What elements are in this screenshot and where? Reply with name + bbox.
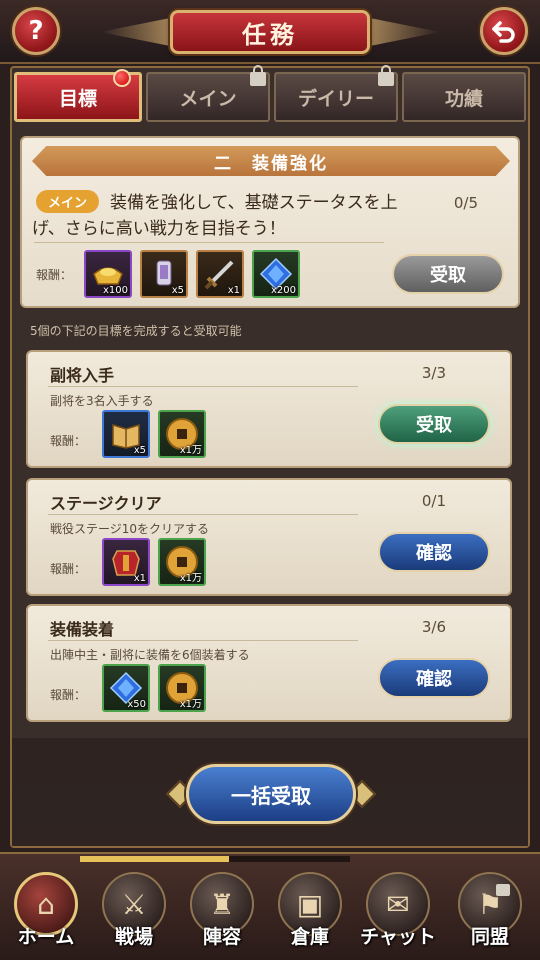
help-button[interactable]: ? [12, 7, 60, 55]
nav-label: 同盟 [470, 926, 509, 948]
reward-item[interactable]: x5 [140, 250, 188, 298]
item-quantity: x5 [133, 445, 146, 456]
nav-label: ホーム [17, 926, 75, 948]
nav-progress-bar [80, 856, 350, 862]
nav-home[interactable]: ⌂ ホーム [4, 872, 88, 956]
item-quantity: x1万 [179, 445, 202, 456]
reward-label: 報酬： [50, 434, 87, 448]
reward-item[interactable]: x1 [196, 250, 244, 298]
check-button[interactable]: 確認 [378, 658, 490, 698]
mission-title: 副将入手 [50, 366, 115, 385]
mission-title: 装備装着 [50, 620, 115, 639]
back-arrow-icon [492, 21, 515, 43]
notification-dot [113, 69, 131, 87]
item-quantity: x50 [127, 699, 146, 710]
reward-item[interactable]: x1万 [158, 538, 206, 586]
tab-label: デイリー [297, 87, 374, 110]
nav-warehouse[interactable]: ▣ 倉庫 [268, 872, 352, 956]
tab-label: 目標 [58, 87, 97, 110]
lock-icon [378, 65, 394, 86]
mission-card: ステージクリア 0/1 戦役ステージ10をクリアする 報酬： x1 x1万 確認 [26, 478, 512, 596]
mission-description: 出陣中主・副将に装備を6個装着する [50, 648, 250, 662]
item-quantity: x100 [102, 285, 128, 296]
mission-progress: 0/1 [421, 492, 446, 510]
nav-label: 倉庫 [290, 926, 329, 948]
tab-label: 功績 [444, 87, 483, 110]
mission-description: 戦役ステージ10をクリアする [50, 522, 210, 536]
mission-title: ステージクリア [50, 494, 162, 513]
item-quantity: x5 [171, 285, 184, 296]
back-button[interactable] [480, 7, 528, 55]
nav-label: 陣容 [202, 926, 241, 948]
tab-bar: 目標 メイン デイリー 功績 [14, 65, 526, 124]
mission-card: 装備装着 3/6 出陣中主・副将に装備を6個装着する 報酬： x50 x1万 確… [26, 604, 512, 722]
main-goal-card: 二 装備強化 メイン 装備を強化して、基礎ステータスを上げ、さらに高い戦力を目指… [20, 136, 520, 308]
info-text: 5個の下記の目標を完成すると受取可能 [30, 324, 242, 338]
item-quantity: x1 [227, 285, 240, 296]
claim-button-disabled[interactable]: 受取 [392, 254, 504, 294]
reward-label: 報酬： [36, 268, 73, 282]
question-mark-icon: ? [28, 16, 44, 46]
item-quantity: x1万 [179, 573, 202, 584]
item-quantity: x1万 [179, 699, 202, 710]
tab-daily[interactable]: デイリー [274, 65, 398, 122]
tab-achievements[interactable]: 功績 [402, 72, 526, 122]
goal-banner: 二 装備強化 [32, 146, 510, 176]
reward-item[interactable]: x5 [102, 410, 150, 458]
nav-label: 戦場 [114, 926, 153, 948]
reward-item[interactable]: x200 [252, 250, 300, 298]
mission-progress: 3/6 [421, 618, 446, 636]
divider [48, 640, 358, 641]
mission-card: 副将入手 3/3 副将を3名入手する 報酬： x5 x1万 受取 [26, 350, 512, 468]
nav-label: チャット [360, 926, 436, 948]
gold-ingot-icon [93, 267, 123, 285]
nav-formation[interactable]: ♜ 陣容 [180, 872, 264, 956]
divider [48, 514, 358, 515]
divider [34, 242, 384, 243]
nav-battlefield[interactable]: ⚔ 戦場 [92, 872, 176, 956]
lock-icon [250, 65, 266, 86]
tab-goal[interactable]: 目標 [14, 69, 142, 122]
mission-description: 副将を3名入手する [50, 394, 154, 408]
tab-main[interactable]: メイン [146, 65, 270, 122]
reward-item[interactable]: x50 [102, 664, 150, 712]
reward-item[interactable]: x100 [84, 250, 132, 298]
goal-progress: 0/5 [453, 194, 478, 212]
page-title: 任務 [170, 10, 370, 54]
item-quantity: x1 [133, 573, 146, 584]
nav-alliance[interactable]: ⚑ 同盟 [448, 872, 532, 956]
item-quantity: x200 [270, 285, 296, 296]
reward-item[interactable]: x1万 [158, 664, 206, 712]
lock-icon [496, 884, 510, 896]
tab-label: メイン [179, 87, 237, 110]
claim-button[interactable]: 受取 [378, 404, 490, 444]
check-button[interactable]: 確認 [378, 532, 490, 572]
bulk-claim-button[interactable]: 一括受取 [186, 764, 356, 824]
nav-chat[interactable]: ✉ チャット [356, 872, 440, 956]
goal-description: 装備を強化して、基礎ステータスを上げ、さらに高い戦力を目指そう！ [32, 193, 398, 239]
reward-item[interactable]: x1万 [158, 410, 206, 458]
reward-label: 報酬： [50, 562, 87, 576]
divider [48, 386, 358, 387]
reward-item[interactable]: x1 [102, 538, 150, 586]
mission-progress: 3/3 [421, 364, 446, 382]
reward-label: 報酬： [50, 688, 87, 702]
nav-progress-fill [80, 856, 229, 862]
